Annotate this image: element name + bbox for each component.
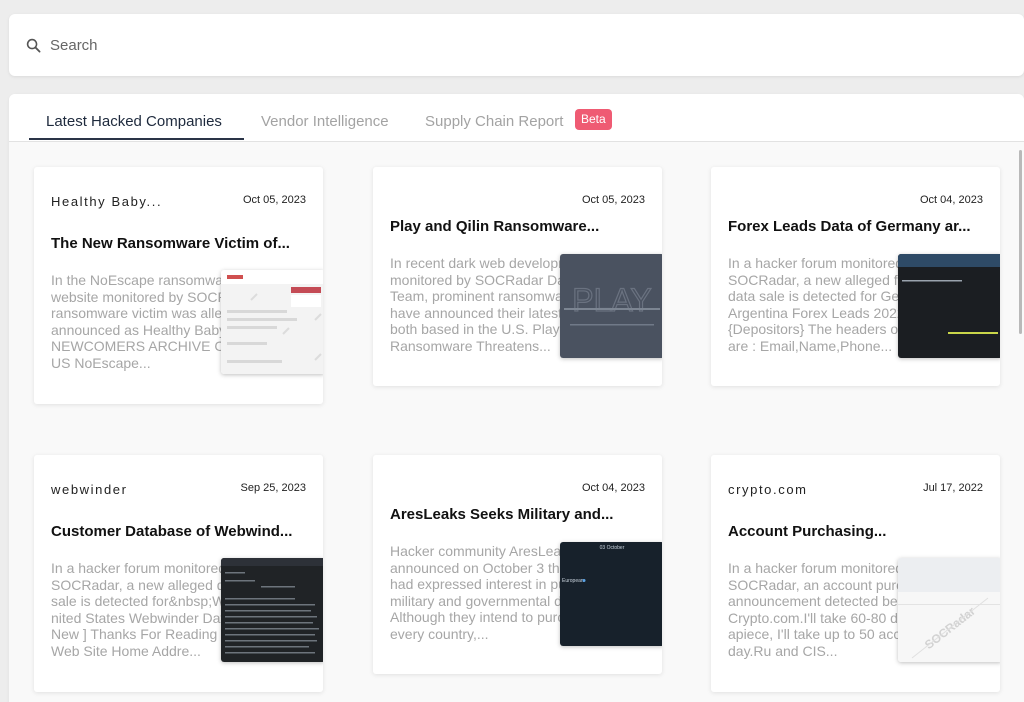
content-panel: Latest Hacked Companies Vendor Intellige… xyxy=(9,94,1024,702)
card-aresleaks[interactable]: Oct 04, 2023 AresLeaks Seeks Military an… xyxy=(373,455,662,674)
beta-badge: Beta xyxy=(575,109,612,130)
card-forex-leads[interactable]: Oct 04, 2023 Forex Leads Data of Germany… xyxy=(711,167,1000,386)
search-input[interactable] xyxy=(50,36,950,54)
card-date: Oct 04, 2023 xyxy=(920,194,983,206)
card-play-qilin[interactable]: Oct 05, 2023 Play and Qilin Ransomware..… xyxy=(373,167,662,386)
card-date: Oct 05, 2023 xyxy=(582,194,645,206)
card-thumbnail: SOCRadar xyxy=(898,558,1000,662)
card-title: Account Purchasing... xyxy=(728,523,887,540)
card-source: Healthy Baby... xyxy=(51,194,163,209)
card-source: webwinder xyxy=(51,482,128,497)
tab-vendor-intelligence[interactable]: Vendor Intelligence xyxy=(261,113,389,130)
card-thumbnail xyxy=(221,270,323,374)
card-date: Oct 05, 2023 xyxy=(243,194,306,206)
card-title: Play and Qilin Ransomware... xyxy=(390,218,600,235)
card-source: crypto.com xyxy=(728,482,808,497)
card-crypto-com[interactable]: crypto.com Jul 17, 2022 Account Purchasi… xyxy=(711,455,1000,692)
chat-sender: European xyxy=(562,578,584,584)
card-thumbnail: 03 October European xyxy=(560,542,662,646)
card-title: Customer Database of Webwind... xyxy=(51,523,293,540)
card-thumbnail xyxy=(898,254,1000,358)
tab-latest-hacked-companies[interactable]: Latest Hacked Companies xyxy=(46,113,222,130)
card-title: Forex Leads Data of Germany ar... xyxy=(728,218,971,235)
card-webwinder[interactable]: webwinder Sep 25, 2023 Customer Database… xyxy=(34,455,323,692)
search-bar xyxy=(9,14,1024,76)
card-date: Jul 17, 2022 xyxy=(923,482,983,494)
card-healthy-baby[interactable]: Healthy Baby... Oct 05, 2023 The New Ran… xyxy=(34,167,323,404)
active-tab-indicator xyxy=(29,138,244,140)
tab-bar: Latest Hacked Companies Vendor Intellige… xyxy=(9,94,1024,142)
card-date: Oct 04, 2023 xyxy=(582,482,645,494)
play-logo: PLAY xyxy=(572,282,651,318)
card-title: AresLeaks Seeks Military and... xyxy=(390,506,614,523)
chat-header: 03 October xyxy=(600,545,625,551)
card-title: The New Ransomware Victim of... xyxy=(51,235,290,252)
card-thumbnail: PLAY xyxy=(560,254,662,358)
search-icon xyxy=(26,38,41,52)
card-date: Sep 25, 2023 xyxy=(240,482,306,494)
card-thumbnail xyxy=(221,558,323,662)
tab-supply-chain-report[interactable]: Supply Chain Report xyxy=(425,113,563,130)
scrollbar-thumb[interactable] xyxy=(1019,150,1022,334)
